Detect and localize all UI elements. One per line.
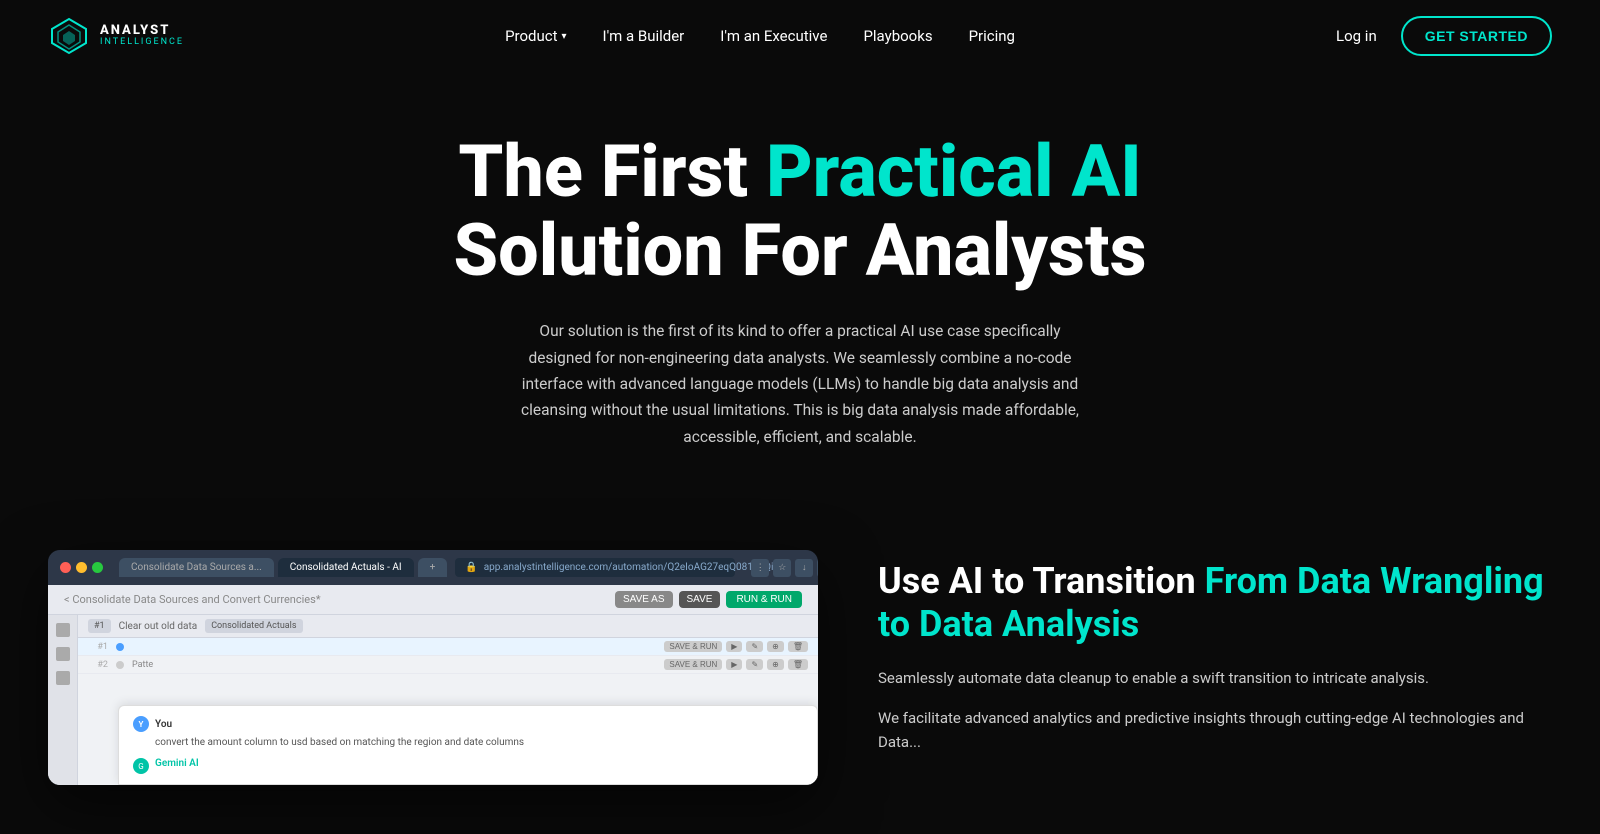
data-toolbar: #1 Clear out old data Consolidated Actua… [78, 615, 818, 638]
navbar: ANALYST INTELLIGENCE Product ▾ I'm a Bui… [0, 0, 1600, 72]
nav-playbooks[interactable]: Playbooks [863, 27, 932, 45]
hero-title-prefix: The First [458, 129, 766, 214]
sidebar-icon-2 [56, 647, 70, 661]
app-data-area: #1 Clear out old data Consolidated Actua… [78, 615, 818, 785]
browser-ctrl-1[interactable]: ⋮ [751, 559, 769, 577]
hero-title-accent: Practical AI [766, 129, 1142, 214]
dot-green [92, 562, 103, 573]
row2-btn-5[interactable]: 🗑 [788, 659, 808, 670]
browser-ctrl-3[interactable]: ↓ [795, 559, 813, 577]
product-chevron-icon: ▾ [562, 31, 567, 42]
browser-controls: ⋮ ☆ ↓ ⊕ ☰ [751, 559, 818, 577]
row2-btn-3[interactable]: ✎ [746, 659, 763, 670]
login-link[interactable]: Log in [1336, 27, 1377, 45]
ai-icon: G [133, 758, 149, 774]
row-actions-2: SAVE & RUN ▶ ✎ ⊕ 🗑 [664, 659, 808, 670]
row-actions-1: SAVE & RUN ▶ ✎ ⊕ 🗑 [664, 641, 808, 652]
browser-tabs: Consolidate Data Sources a... Consolidat… [119, 558, 447, 577]
section-description-2: We facilitate advanced analytics and pre… [878, 706, 1552, 754]
app-toolbar: < Consolidate Data Sources and Convert C… [48, 585, 818, 615]
sidebar-icon-1 [56, 623, 70, 637]
save-button[interactable]: SAVE [679, 591, 721, 608]
clear-label: Clear out old data [119, 621, 198, 632]
browser-tab-new[interactable]: + [418, 558, 448, 577]
app-main: #1 Clear out old data Consolidated Actua… [48, 615, 818, 785]
nav-executive[interactable]: I'm an Executive [720, 27, 827, 45]
browser-chrome: Consolidate Data Sources a... Consolidat… [48, 550, 818, 585]
data-tag-1: #1 [88, 619, 111, 633]
browser-tab-1[interactable]: Consolidate Data Sources a... [119, 558, 274, 577]
section-description-1: Seamlessly automate data cleanup to enab… [878, 666, 1552, 690]
hero-title-suffix: Solution For Analysts [453, 208, 1146, 293]
nav-actions: Log in GET STARTED [1336, 16, 1552, 56]
nav-product[interactable]: Product ▾ [505, 27, 566, 45]
right-content: Use AI to Transition From Data Wrangling… [878, 550, 1552, 754]
nav-builder[interactable]: I'm a Builder [603, 27, 685, 45]
browser-dots [60, 562, 103, 573]
save-as-button[interactable]: SAVE AS [615, 591, 673, 608]
user-icon: Y [133, 716, 149, 732]
browser-address-bar[interactable]: 🔒 app.analystintelligence.com/automation… [455, 558, 735, 577]
lock-icon: 🔒 [465, 562, 477, 573]
chat-ai-response: G Gemini AI [133, 758, 803, 774]
data-row-2: #2 Patte SAVE & RUN ▶ ✎ ⊕ 🗑 [78, 656, 818, 674]
logo-icon [48, 15, 90, 57]
chat-message-text: convert the amount column to usd based o… [155, 736, 803, 750]
browser-ctrl-2[interactable]: ☆ [773, 559, 791, 577]
app-screenshot: Consolidate Data Sources a... Consolidat… [48, 550, 818, 785]
ai-label: Gemini AI [155, 758, 199, 769]
section-title-prefix: Use AI to Transition [878, 560, 1205, 602]
row2-btn-2[interactable]: ▶ [726, 659, 742, 670]
browser-ctrl-4[interactable]: ⊕ [817, 559, 818, 577]
row-btn-4[interactable]: ⊕ [767, 641, 784, 652]
consolidated-label: Consolidated Actuals [205, 619, 302, 633]
address-text: app.analystintelligence.com/automation/Q… [484, 562, 774, 573]
logo[interactable]: ANALYST INTELLIGENCE [48, 15, 184, 57]
section-title: Use AI to Transition From Data Wrangling… [878, 560, 1552, 646]
hero-description: Our solution is the first of its kind to… [520, 318, 1080, 450]
dot-yellow [76, 562, 87, 573]
logo-text: ANALYST INTELLIGENCE [100, 24, 184, 48]
row2-btn-4[interactable]: ⊕ [767, 659, 784, 670]
sidebar-icon-3 [56, 671, 70, 685]
app-content-area: < Consolidate Data Sources and Convert C… [48, 585, 818, 785]
chat-user-message: Y You convert the amount column to usd b… [133, 716, 803, 750]
bottom-section: Consolidate Data Sources a... Consolidat… [0, 550, 1600, 785]
chat-sender: Y You [133, 716, 803, 732]
chat-panel: Y You convert the amount column to usd b… [118, 705, 818, 785]
row-dot-1 [116, 643, 124, 651]
data-row-1: #1 SAVE & RUN ▶ ✎ ⊕ 🗑 [78, 638, 818, 656]
row-btn-5[interactable]: 🗑 [788, 641, 808, 652]
app-sidebar [48, 615, 78, 785]
back-nav[interactable]: < Consolidate Data Sources and Convert C… [64, 593, 321, 606]
run-button[interactable]: RUN & RUN [726, 591, 802, 608]
get-started-button[interactable]: GET STARTED [1401, 16, 1552, 56]
hero-title: The First Practical AI Solution For Anal… [453, 132, 1146, 290]
dot-red [60, 562, 71, 573]
logo-sub: INTELLIGENCE [100, 38, 184, 48]
browser-tab-2[interactable]: Consolidated Actuals - AI [278, 558, 414, 577]
hero-section: The First Practical AI Solution For Anal… [0, 72, 1600, 530]
row-btn-2[interactable]: ▶ [726, 641, 742, 652]
nav-links: Product ▾ I'm a Builder I'm an Executive… [505, 27, 1015, 45]
toolbar-actions: SAVE AS SAVE RUN & RUN [615, 591, 802, 608]
data-rows: #1 SAVE & RUN ▶ ✎ ⊕ 🗑 [78, 638, 818, 674]
row-btn-1[interactable]: SAVE & RUN [664, 641, 722, 652]
row-dot-2 [116, 661, 124, 669]
row-btn-3[interactable]: ✎ [746, 641, 763, 652]
nav-pricing[interactable]: Pricing [969, 27, 1015, 45]
logo-main: ANALYST [100, 24, 184, 38]
row2-btn-1[interactable]: SAVE & RUN [664, 659, 722, 670]
